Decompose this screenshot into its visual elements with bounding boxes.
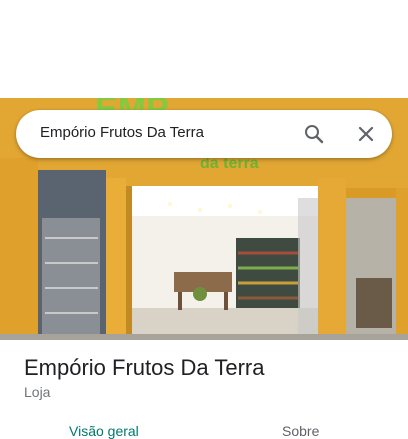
place-category: Loja <box>24 384 51 400</box>
close-icon[interactable] <box>354 122 378 146</box>
map-blank-area <box>0 0 408 98</box>
search-icon[interactable] <box>302 122 326 146</box>
search-input[interactable]: Empório Frutos Da Terra <box>40 124 204 141</box>
search-bar[interactable]: Empório Frutos Da Terra <box>16 110 392 158</box>
tab-about[interactable]: Sobre <box>282 423 319 439</box>
tab-overview[interactable]: Visão geral <box>69 423 139 439</box>
place-title: Empório Frutos Da Terra <box>24 355 265 380</box>
